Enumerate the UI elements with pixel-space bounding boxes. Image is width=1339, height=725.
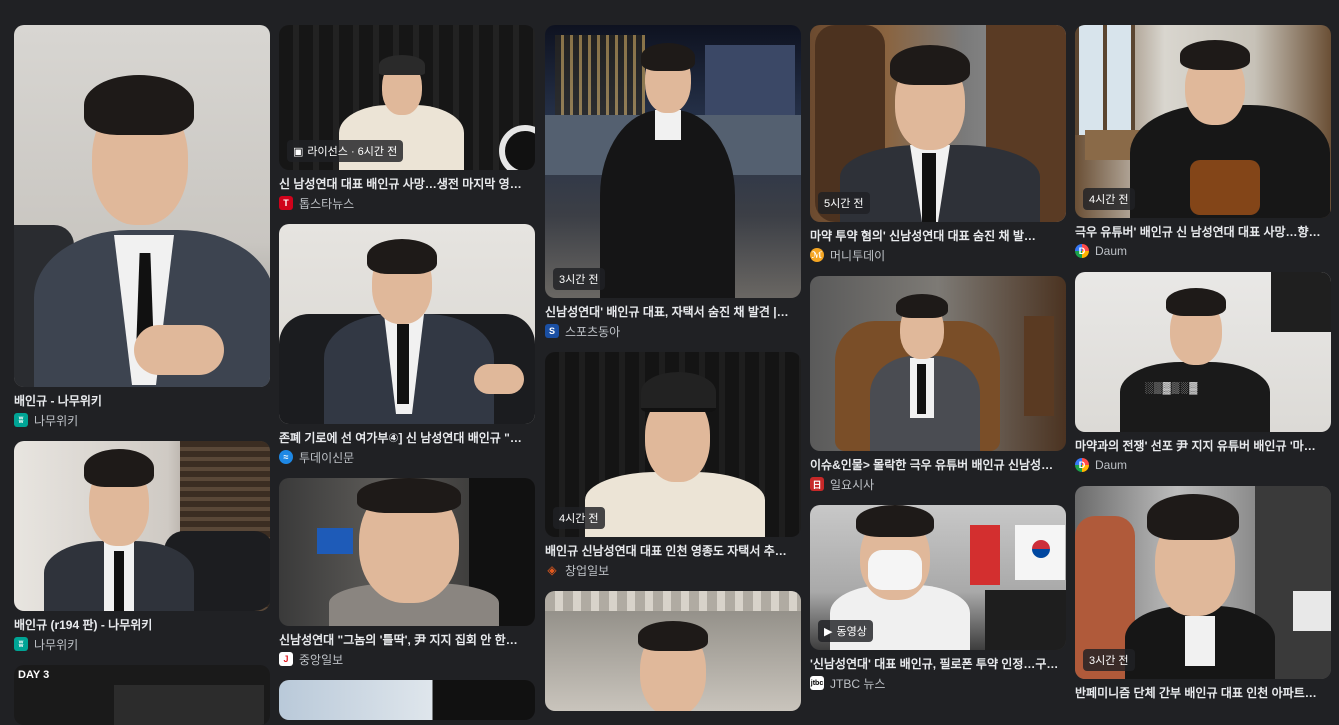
result-source[interactable]: 日 일요시사 xyxy=(810,475,1066,493)
image-result-card[interactable]: 3시간 전 반페미니즘 단체 간부 배인규 대표 인천 아파트… xyxy=(1075,486,1331,701)
result-source-name: 스포츠동아 xyxy=(565,324,621,339)
result-source-name: 일요시사 xyxy=(830,477,875,492)
result-source-name: 창업일보 xyxy=(565,563,610,578)
result-source[interactable]: ◈ 창업일보 xyxy=(545,561,801,579)
result-source-name: 머니투데이 xyxy=(830,248,886,263)
result-title[interactable]: 반페미니즘 단체 간부 배인규 대표 인천 아파트… xyxy=(1075,685,1331,701)
result-source-name: Daum xyxy=(1095,458,1128,472)
result-thumbnail[interactable]: ▣ 라이선스 · 6시간 전 xyxy=(279,25,535,170)
result-title[interactable]: 마약과의 전쟁' 선포 尹 지지 유튜버 배인규 '마… xyxy=(1075,438,1331,454)
result-source-name: Daum xyxy=(1095,244,1128,258)
result-badge: 3시간 전 xyxy=(553,268,605,290)
image-result-card[interactable]: ░▒▓▒░▓ 마약과의 전쟁' 선포 尹 지지 유튜버 배인규 '마… D Da… xyxy=(1075,272,1331,474)
result-thumbnail[interactable]: 5시간 전 xyxy=(810,25,1066,222)
image-result-card[interactable]: ▣ 라이선스 · 6시간 전 신 남성연대 대표 배인규 사망…생전 마지막 영… xyxy=(279,25,535,212)
result-thumbnail[interactable]: 3시간 전 xyxy=(545,25,801,298)
result-source[interactable]: S 스포츠동아 xyxy=(545,322,801,340)
play-icon: ▶ xyxy=(824,625,833,638)
money-today-icon: ℳ xyxy=(810,248,824,262)
changup-icon: ◈ xyxy=(545,563,559,577)
result-source-name: 나무위키 xyxy=(34,637,79,652)
result-title[interactable]: 신 남성연대 대표 배인규 사망…생전 마지막 영… xyxy=(279,176,535,192)
result-source-name: JTBC 뉴스 xyxy=(830,676,886,691)
result-badge: 5시간 전 xyxy=(818,192,870,214)
result-thumbnail[interactable] xyxy=(545,591,801,711)
result-source-name: 톱스타뉴스 xyxy=(299,196,355,211)
result-badge: 4시간 전 xyxy=(1083,188,1135,210)
image-result-card[interactable]: 4시간 전 극우 유튜버' 배인규 신 남성연대 대표 사망…향… D Daum xyxy=(1075,25,1331,260)
day-overlay-label: DAY 3 xyxy=(18,669,50,681)
image-result-card[interactable]: 배인규 (r194 판) - 나무위키 ʬ 나무위키 xyxy=(14,441,270,653)
ilyo-sisa-icon: 日 xyxy=(810,477,824,491)
result-source[interactable]: D Daum xyxy=(1075,242,1331,260)
image-result-card[interactable]: 배인규 - 나무위키 ʬ 나무위키 xyxy=(14,25,270,429)
result-badge: ▶ 동영상 xyxy=(818,620,873,642)
results-column-5: 4시간 전 극우 유튜버' 배인규 신 남성연대 대표 사망…향… D Daum… xyxy=(1075,25,1331,701)
result-title[interactable]: 존폐 기로에 선 여가부④] 신 남성연대 배인규 "… xyxy=(279,430,535,446)
result-thumbnail[interactable] xyxy=(14,25,270,387)
image-result-card[interactable]: 존폐 기로에 선 여가부④] 신 남성연대 배인규 "… ≈ 투데이신문 xyxy=(279,224,535,466)
image-result-card[interactable] xyxy=(279,680,535,720)
result-source-name: 중앙일보 xyxy=(299,652,344,667)
result-thumbnail[interactable]: 4시간 전 xyxy=(545,352,801,537)
result-title[interactable]: 배인규 - 나무위키 xyxy=(14,393,270,409)
result-thumbnail[interactable]: ▶ 동영상 xyxy=(810,505,1066,650)
result-title[interactable]: 이슈&인물> 몰락한 극우 유튜버 배인규 신남성… xyxy=(810,457,1066,473)
image-result-card[interactable]: 4시간 전 배인규 신남성연대 대표 인천 영종도 자택서 추… ◈ 창업일보 xyxy=(545,352,801,579)
result-source[interactable]: ℳ 머니투데이 xyxy=(810,246,1066,264)
daum-icon: D xyxy=(1075,458,1089,472)
daum-icon: D xyxy=(1075,244,1089,258)
results-column-3: 3시간 전 신남성연대' 배인규 대표, 자택서 숨진 채 발견 |… S 스포… xyxy=(545,25,801,711)
namu-wiki-icon: ʬ xyxy=(14,413,28,427)
image-result-card[interactable]: 3시간 전 신남성연대' 배인규 대표, 자택서 숨진 채 발견 |… S 스포… xyxy=(545,25,801,340)
image-result-card[interactable]: 5시간 전 마약 투약 혐의' 신남성연대 대표 숨진 채 발… ℳ 머니투데이 xyxy=(810,25,1066,264)
result-badge: ▣ 라이선스 · 6시간 전 xyxy=(287,140,404,162)
result-title[interactable]: 배인규 (r194 판) - 나무위키 xyxy=(14,617,270,633)
result-source[interactable]: ʬ 나무위키 xyxy=(14,411,270,429)
joongang-icon: J xyxy=(279,652,293,666)
result-title[interactable]: 신남성연대 "그놈의 '틀딱', 尹 지지 집회 안 한… xyxy=(279,632,535,648)
result-source[interactable]: jtbc JTBC 뉴스 xyxy=(810,674,1066,692)
image-result-card[interactable]: DAY 3 xyxy=(14,665,270,725)
result-title[interactable]: 마약 투약 혐의' 신남성연대 대표 숨진 채 발… xyxy=(810,228,1066,244)
image-result-card[interactable]: ▶ 동영상 '신남성연대' 대표 배인규, 필로폰 투약 인정…구… jtbc … xyxy=(810,505,1066,692)
result-title[interactable]: 극우 유튜버' 배인규 신 남성연대 대표 사망…향… xyxy=(1075,224,1331,240)
result-title[interactable]: 배인규 신남성연대 대표 인천 영종도 자택서 추… xyxy=(545,543,801,559)
jtbc-icon: jtbc xyxy=(810,676,824,690)
today-news-icon: ≈ xyxy=(279,450,293,464)
result-thumbnail[interactable]: DAY 3 xyxy=(14,665,270,725)
result-thumbnail[interactable]: ░▒▓▒░▓ xyxy=(1075,272,1331,432)
namu-wiki-icon: ʬ xyxy=(14,637,28,651)
result-source-name: 투데이신문 xyxy=(299,450,355,465)
result-thumbnail[interactable]: 4시간 전 xyxy=(1075,25,1331,218)
result-source[interactable]: D Daum xyxy=(1075,456,1331,474)
result-title[interactable]: 신남성연대' 배인규 대표, 자택서 숨진 채 발견 |… xyxy=(545,304,801,320)
topstar-news-icon: T xyxy=(279,196,293,210)
result-thumbnail[interactable] xyxy=(810,276,1066,451)
results-column-2: ▣ 라이선스 · 6시간 전 신 남성연대 대표 배인규 사망…생전 마지막 영… xyxy=(279,25,535,720)
result-source[interactable]: J 중앙일보 xyxy=(279,650,535,668)
result-thumbnail[interactable] xyxy=(279,224,535,424)
sports-donga-icon: S xyxy=(545,324,559,338)
result-source[interactable]: ≈ 투데이신문 xyxy=(279,448,535,466)
result-badge: 3시간 전 xyxy=(1083,649,1135,671)
results-column-1: 배인규 - 나무위키 ʬ 나무위키 배인규 (r194 판) - 나무위키 ʬ … xyxy=(14,25,270,725)
result-thumbnail[interactable]: 3시간 전 xyxy=(1075,486,1331,679)
result-source[interactable]: T 톱스타뉴스 xyxy=(279,194,535,212)
result-source-name: 나무위키 xyxy=(34,413,79,428)
results-column-4: 5시간 전 마약 투약 혐의' 신남성연대 대표 숨진 채 발… ℳ 머니투데이… xyxy=(810,25,1066,692)
result-badge: 4시간 전 xyxy=(553,507,605,529)
result-title[interactable]: '신남성연대' 대표 배인규, 필로폰 투약 인정…구… xyxy=(810,656,1066,672)
image-result-card[interactable]: 신남성연대 "그놈의 '틀딱', 尹 지지 집회 안 한… J 중앙일보 xyxy=(279,478,535,668)
image-icon: ▣ xyxy=(293,145,304,158)
result-thumbnail[interactable] xyxy=(279,680,535,720)
image-result-card[interactable] xyxy=(545,591,801,711)
image-result-card[interactable]: 이슈&인물> 몰락한 극우 유튜버 배인규 신남성… 日 일요시사 xyxy=(810,276,1066,493)
result-thumbnail[interactable] xyxy=(279,478,535,626)
result-thumbnail[interactable] xyxy=(14,441,270,611)
result-source[interactable]: ʬ 나무위키 xyxy=(14,635,270,653)
